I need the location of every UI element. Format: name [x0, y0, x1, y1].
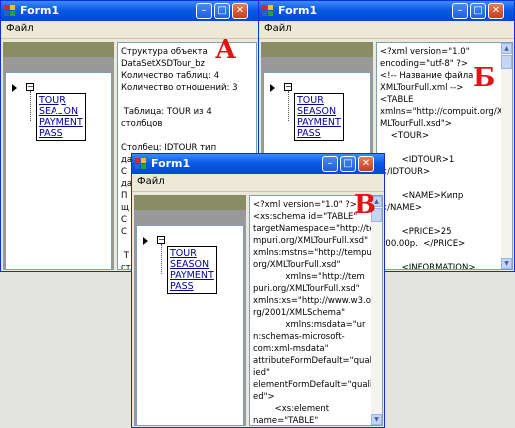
tree-collapse-icon[interactable]: − — [284, 83, 292, 91]
app-icon — [135, 158, 147, 170]
window-b-menubar: Файл — [259, 21, 514, 39]
window-c-text-output[interactable]: <?xml version="1.0" ?> <xs:schema id="TA… — [249, 195, 383, 426]
tree-node-payment[interactable]: PAYMENT — [39, 117, 83, 128]
tree-node-season[interactable]: SEASON — [170, 259, 214, 270]
close-icon[interactable]: ✕ — [488, 3, 504, 19]
close-icon[interactable]: ✕ — [232, 3, 248, 19]
maximize-icon[interactable]: □ — [214, 3, 230, 19]
scroll-thumb[interactable] — [501, 55, 512, 69]
window-b-title: Form1 — [278, 4, 318, 17]
scroll-up-icon[interactable]: ▲ — [501, 43, 512, 54]
label-c: В — [354, 190, 376, 220]
tree-node-pass[interactable]: PASS — [297, 128, 341, 139]
label-b: Б — [473, 63, 496, 93]
window-c-scrollbar[interactable]: ▲ ▼ — [371, 196, 382, 425]
app-icon — [4, 5, 16, 17]
app-icon — [262, 5, 274, 17]
mouse-cursor-icon — [55, 101, 65, 113]
tree-arrow-icon — [12, 84, 17, 92]
menu-file[interactable]: Файл — [137, 176, 165, 187]
tree-node-tour[interactable]: TOUR — [170, 248, 214, 259]
tree-line — [161, 244, 162, 274]
window-c-titlebar[interactable]: Form1 – □ ✕ — [132, 154, 384, 174]
minimize-icon[interactable]: – — [452, 3, 468, 19]
window-a-left-panel: − TOUR SEASON PAYMENT PASS — [3, 42, 114, 270]
tree-node-pass[interactable]: PASS — [39, 128, 83, 139]
window-b-scrollbar[interactable]: ▲ ▼ — [501, 43, 512, 269]
tree-node-payment[interactable]: PAYMENT — [297, 117, 341, 128]
window-c-menubar: Файл — [132, 174, 384, 192]
tree-arrow-icon — [270, 84, 275, 92]
scroll-down-icon[interactable]: ▼ — [501, 258, 512, 269]
window-c-left-panel: − TOUR SEASON PAYMENT PASS — [134, 195, 246, 426]
tree-line — [30, 91, 31, 121]
window-c-treeview[interactable]: − TOUR SEASON PAYMENT PASS — [136, 225, 244, 426]
label-a: А — [215, 35, 237, 65]
panel-band — [134, 195, 246, 210]
scroll-down-icon[interactable]: ▼ — [371, 414, 382, 425]
tree-node-tour[interactable]: TOUR — [297, 95, 341, 106]
minimize-icon[interactable]: – — [322, 156, 338, 172]
menu-file[interactable]: Файл — [6, 23, 34, 34]
window-b-titlebar[interactable]: Form1 – □ ✕ — [259, 1, 514, 21]
close-icon[interactable]: ✕ — [358, 156, 374, 172]
tree-node-list: TOUR SEASON PAYMENT PASS — [294, 93, 344, 141]
window-c-text: <?xml version="1.0" ?> <xs:schema id="TA… — [253, 200, 381, 426]
tree-node-list: TOUR SEASON PAYMENT PASS — [167, 246, 217, 294]
window-c-title: Form1 — [151, 157, 191, 170]
window-a-titlebar[interactable]: Form1 – □ ✕ — [1, 1, 258, 21]
tree-node-season[interactable]: SEASON — [297, 106, 341, 117]
tree-node-payment[interactable]: PAYMENT — [170, 270, 214, 281]
tree-collapse-icon[interactable]: − — [157, 236, 165, 244]
window-a-title: Form1 — [20, 4, 60, 17]
tree-line — [288, 91, 289, 121]
menu-file[interactable]: Файл — [264, 23, 292, 34]
panel-band — [261, 42, 373, 57]
maximize-icon[interactable]: □ — [470, 3, 486, 19]
panel-band — [3, 42, 114, 57]
tree-arrow-icon — [143, 237, 148, 245]
minimize-icon[interactable]: – — [196, 3, 212, 19]
maximize-icon[interactable]: □ — [340, 156, 356, 172]
tree-node-pass[interactable]: PASS — [170, 281, 214, 292]
tree-collapse-icon[interactable]: − — [26, 83, 34, 91]
window-c: Form1 – □ ✕ Файл − TOUR SEASON PAYMENT P… — [131, 153, 385, 428]
